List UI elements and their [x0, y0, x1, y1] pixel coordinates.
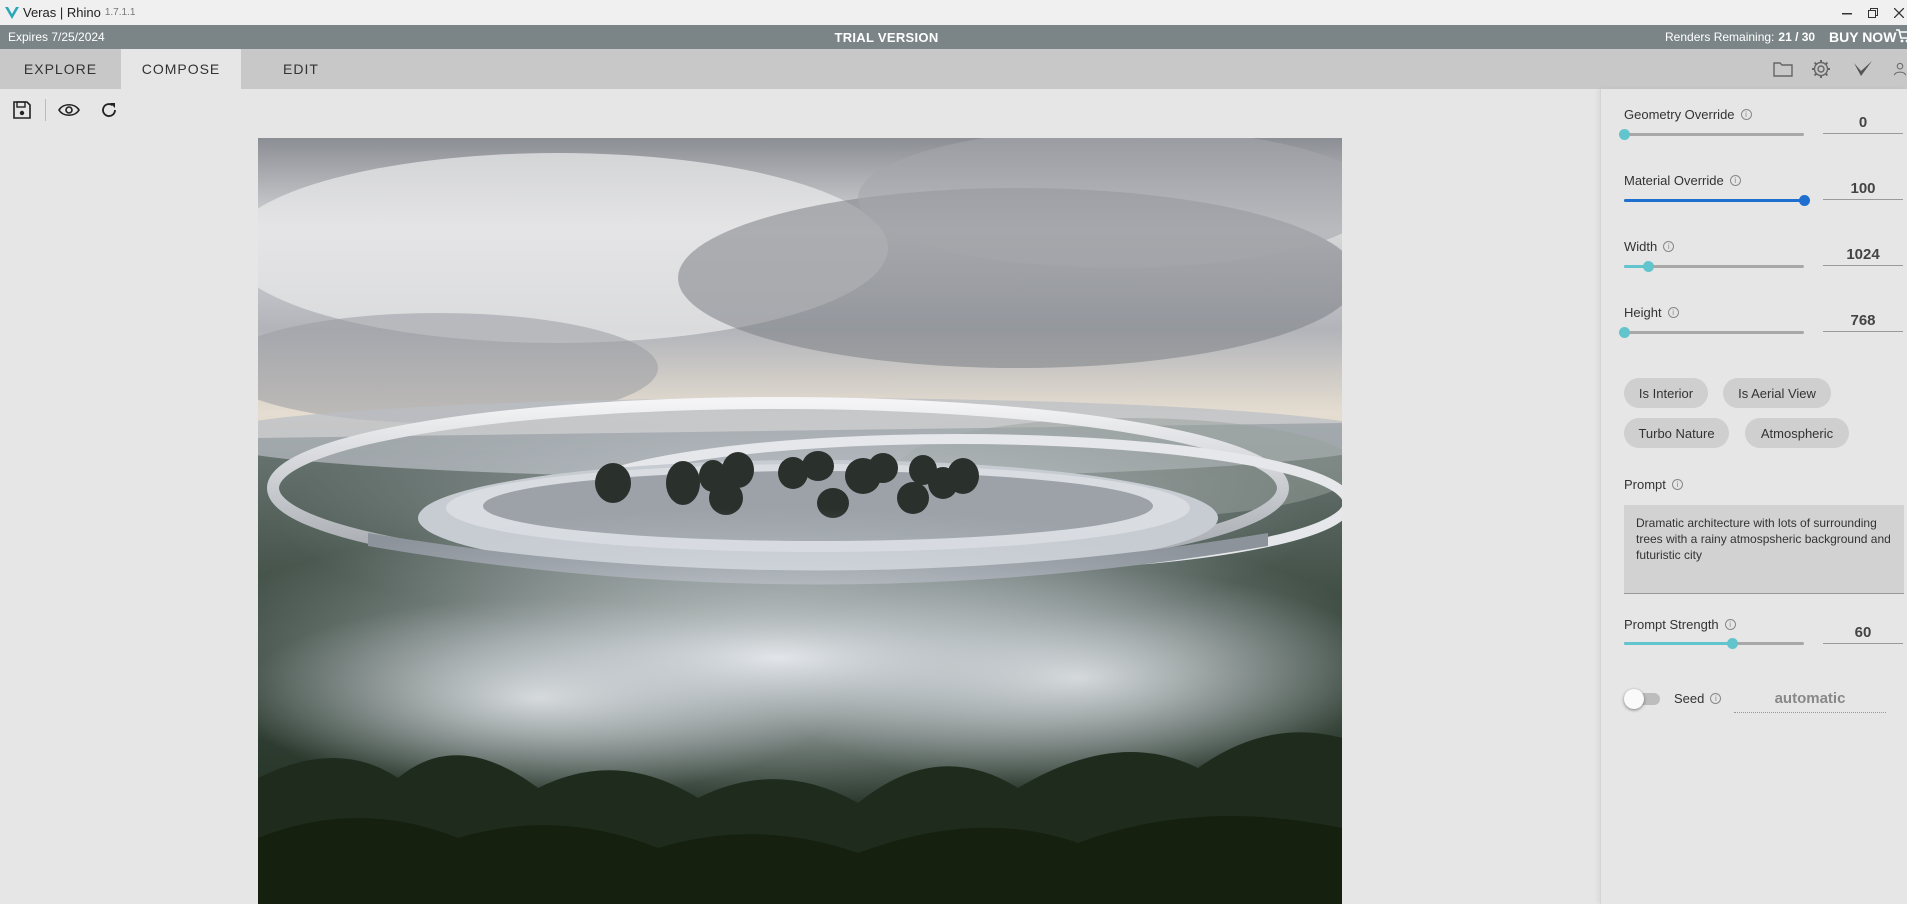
canvas-toolbar: [0, 89, 120, 131]
seed-label: Seed i: [1674, 691, 1722, 706]
prompt-label-text: Prompt: [1624, 477, 1666, 492]
trial-version-text: TRIAL VERSION: [834, 29, 939, 45]
folder-icon[interactable]: [1773, 60, 1793, 78]
checkmark-icon[interactable]: [1853, 60, 1873, 78]
height-label-text: Height: [1624, 305, 1662, 320]
eye-icon[interactable]: [58, 99, 80, 121]
width-label-text: Width: [1624, 239, 1658, 254]
minimize-icon[interactable]: [1841, 7, 1853, 19]
gear-icon[interactable]: [1811, 59, 1831, 79]
material-override-label-text: Material Override: [1624, 173, 1724, 188]
seed-toggle[interactable]: [1624, 689, 1662, 709]
material-override-slider[interactable]: [1624, 195, 1810, 206]
settings-panel: Geometry Override i 0 Material Override …: [1600, 89, 1907, 904]
close-icon[interactable]: [1893, 7, 1905, 19]
info-icon[interactable]: i: [1671, 479, 1683, 490]
renders-remaining-label: Renders Remaining:: [1665, 30, 1775, 44]
restore-icon[interactable]: [1867, 7, 1879, 19]
renders-remaining: Renders Remaining: 21 / 30: [1665, 30, 1815, 44]
material-override-value[interactable]: 100: [1823, 178, 1903, 200]
cart-icon[interactable]: [1896, 29, 1907, 43]
rendered-image: [258, 138, 1342, 904]
prompt-strength-label-text: Prompt Strength: [1624, 617, 1719, 632]
slider-thumb[interactable]: [1619, 327, 1630, 338]
width-slider[interactable]: [1624, 261, 1804, 272]
toolbar-divider: [45, 99, 46, 121]
buy-now-button[interactable]: BUY NOW: [1829, 29, 1896, 45]
info-icon[interactable]: i: [1740, 109, 1752, 120]
slider-thumb[interactable]: [1619, 129, 1630, 140]
prompt-strength-value[interactable]: 60: [1823, 622, 1903, 644]
info-icon[interactable]: i: [1663, 241, 1675, 252]
prompt-strength-row: Prompt Strength i 60: [1624, 617, 1907, 649]
window-version: 1.7.1.1: [104, 7, 136, 18]
seed-value-input[interactable]: automatic: [1734, 685, 1886, 713]
prompt-label: Prompt i: [1624, 477, 1683, 492]
user-icon[interactable]: [1893, 59, 1907, 79]
info-icon[interactable]: i: [1729, 175, 1741, 186]
renders-remaining-value: 21 / 30: [1778, 30, 1816, 44]
toggle-knob: [1624, 689, 1644, 709]
seed-label-text: Seed: [1674, 691, 1705, 706]
prompt-textarea[interactable]: Dramatic architecture with lots of surro…: [1624, 505, 1904, 594]
height-slider[interactable]: [1619, 327, 1804, 338]
geometry-override-label-text: Geometry Override: [1624, 107, 1735, 122]
slider-thumb[interactable]: [1727, 638, 1738, 649]
tab-compose[interactable]: COMPOSE: [121, 49, 241, 89]
width-value[interactable]: 1024: [1823, 244, 1903, 266]
tab-explore[interactable]: EXPLORE: [0, 49, 121, 89]
window-title-bar: Veras | Rhino 1.7.1.1: [0, 0, 1907, 25]
chip-is-interior[interactable]: Is Interior: [1624, 378, 1708, 408]
veras-logo-icon: [5, 6, 19, 19]
save-icon[interactable]: [11, 99, 33, 121]
info-icon[interactable]: i: [1667, 307, 1679, 318]
slider-fill: [1624, 199, 1804, 202]
slider-fill: [1624, 642, 1732, 645]
prompt-strength-slider[interactable]: [1624, 638, 1804, 649]
window-title: Veras | Rhino: [23, 5, 101, 20]
material-override-row: Material Override i 100: [1624, 173, 1907, 206]
geometry-override-slider[interactable]: [1619, 129, 1804, 140]
chip-turbo-nature[interactable]: Turbo Nature: [1624, 418, 1729, 448]
geometry-override-value[interactable]: 0: [1823, 112, 1903, 134]
chip-atmospheric[interactable]: Atmospheric: [1745, 418, 1849, 448]
slider-thumb[interactable]: [1799, 195, 1810, 206]
trial-banner: Expires 7/25/2024 TRIAL VERSION Renders …: [0, 25, 1907, 49]
refresh-icon[interactable]: [98, 99, 120, 121]
width-row: Width i 1024: [1624, 239, 1907, 272]
slider-thumb[interactable]: [1643, 261, 1654, 272]
height-row: Height i 768: [1619, 305, 1907, 338]
tab-bar: EXPLORE COMPOSE EDIT: [0, 49, 1907, 89]
info-icon[interactable]: i: [1710, 693, 1722, 704]
tab-edit[interactable]: EDIT: [241, 49, 361, 89]
info-icon[interactable]: i: [1724, 619, 1736, 630]
height-value[interactable]: 768: [1823, 310, 1903, 332]
geometry-override-row: Geometry Override i 0: [1619, 107, 1907, 140]
chip-is-aerial-view[interactable]: Is Aerial View: [1723, 378, 1831, 408]
